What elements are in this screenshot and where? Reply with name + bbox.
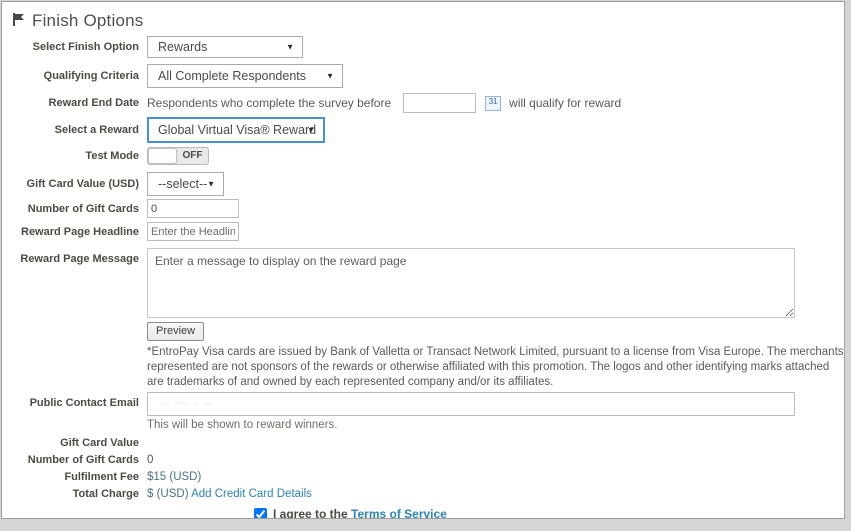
reward-end-date-input[interactable]	[403, 93, 476, 113]
reward-page-message-label: Reward Page Message	[2, 253, 139, 265]
reward-page-headline-label: Reward Page Headline	[2, 226, 139, 238]
chevron-down-icon: ▼	[207, 180, 215, 189]
reward-page-message-textarea[interactable]	[147, 248, 795, 318]
total-charge-amount: $ (USD)	[147, 488, 189, 500]
chevron-down-icon: ▼	[326, 72, 334, 81]
gift-card-value-label: Gift Card Value (USD)	[2, 178, 139, 190]
preview-button-wrap: Preview	[147, 321, 844, 341]
summary-total-charge-label: Total Charge	[2, 488, 139, 500]
agreement-text: I agree to the Terms of Service	[273, 507, 447, 519]
row-reward-page-headline: Reward Page Headline	[2, 222, 844, 241]
reward-page-headline-input[interactable]	[147, 222, 239, 241]
qualifying-criteria-selected-value: All Complete Respondents	[158, 69, 306, 83]
test-mode-toggle[interactable]: OFF	[147, 147, 209, 165]
summary-fulfilment-fee-row: Fulfilment Fee $15 (USD)	[2, 471, 844, 483]
number-of-gift-cards-input[interactable]	[147, 199, 239, 218]
terms-agree-checkbox[interactable]	[254, 508, 267, 520]
preview-button[interactable]: Preview	[147, 322, 204, 341]
qualifying-criteria-label: Qualifying Criteria	[2, 70, 139, 82]
row-qualifying-criteria: Qualifying Criteria All Complete Respond…	[2, 64, 844, 88]
page-title: Finish Options	[32, 11, 143, 31]
finish-option-selected-value: Rewards	[158, 40, 207, 54]
select-finish-option-label: Select Finish Option	[2, 41, 139, 53]
gift-card-value-select[interactable]: --select-- ▼	[147, 172, 224, 196]
reward-end-date-label: Reward End Date	[2, 97, 139, 109]
test-mode-label: Test Mode	[2, 150, 139, 162]
chevron-down-icon: ▼	[307, 126, 315, 135]
row-reward-page-message: Reward Page Message	[2, 248, 844, 318]
qualifying-criteria-select[interactable]: All Complete Respondents ▼	[147, 64, 343, 88]
summary-gift-card-value-label: Gift Card Value	[2, 437, 139, 449]
row-test-mode: Test Mode OFF	[2, 147, 844, 165]
toggle-state-label: OFF	[177, 148, 208, 164]
chevron-down-icon: ▼	[286, 43, 294, 52]
summary-number-of-gift-cards-row: Number of Gift Cards 0	[2, 454, 844, 466]
agreement-row: I agree to the Terms of Service	[254, 507, 844, 519]
disclaimer-text: *EntroPay Visa cards are issued by Bank …	[147, 345, 845, 390]
gift-card-value-selected: --select--	[158, 177, 207, 191]
email-helper-text: This will be shown to reward winners.	[147, 419, 795, 431]
summary-gift-card-value-row: Gift Card Value	[2, 437, 844, 449]
terms-of-service-link[interactable]: Terms of Service	[351, 507, 447, 519]
reward-end-date-prefix-text: Respondents who complete the survey befo…	[147, 96, 391, 110]
row-select-a-reward: Select a Reward Global Virtual Visa® Rew…	[2, 117, 844, 143]
calendar-icon-day: 31	[486, 97, 500, 107]
calendar-icon[interactable]: 31	[485, 96, 501, 111]
summary-number-of-gift-cards-value: 0	[147, 454, 153, 466]
finish-flag-icon	[11, 12, 25, 32]
reward-selected-value: Global Virtual Visa® Reward	[158, 123, 316, 137]
row-gift-card-value: Gift Card Value (USD) --select-- ▼	[2, 172, 844, 196]
toggle-knob	[148, 148, 177, 164]
row-public-contact-email: Public Contact Email .. ... . .. This wi…	[2, 392, 844, 431]
public-contact-email-input[interactable]	[147, 392, 795, 416]
panel-header: Finish Options	[2, 2, 844, 32]
row-select-finish-option: Select Finish Option Rewards ▼	[2, 36, 844, 58]
summary-fulfilment-fee-value: $15 (USD)	[147, 471, 201, 483]
summary-total-charge-value: $ (USD) Add Credit Card Details	[147, 488, 312, 500]
reward-end-date-suffix-text: will qualify for reward	[509, 96, 621, 110]
public-contact-email-field: .. ... . .. This will be shown to reward…	[147, 392, 795, 431]
select-a-reward-label: Select a Reward	[2, 124, 139, 136]
row-number-of-gift-cards: Number of Gift Cards	[2, 199, 844, 218]
finish-options-form: Select Finish Option Rewards ▼ Qualifyin…	[2, 32, 844, 519]
finish-option-select[interactable]: Rewards ▼	[147, 36, 303, 58]
reward-select[interactable]: Global Virtual Visa® Reward ▼	[147, 117, 325, 143]
summary-number-of-gift-cards-label: Number of Gift Cards	[2, 454, 139, 466]
agreement-text-prefix: I agree to the	[273, 507, 348, 519]
number-of-gift-cards-label: Number of Gift Cards	[2, 203, 139, 215]
row-reward-end-date: Reward End Date Respondents who complete…	[2, 93, 844, 113]
summary-total-charge-row: Total Charge $ (USD) Add Credit Card Det…	[2, 488, 844, 500]
public-contact-email-label: Public Contact Email	[2, 397, 139, 409]
summary-fulfilment-fee-label: Fulfilment Fee	[2, 471, 139, 483]
add-credit-card-link[interactable]: Add Credit Card Details	[191, 488, 312, 500]
finish-options-panel: Finish Options Select Finish Option Rewa…	[1, 1, 845, 519]
